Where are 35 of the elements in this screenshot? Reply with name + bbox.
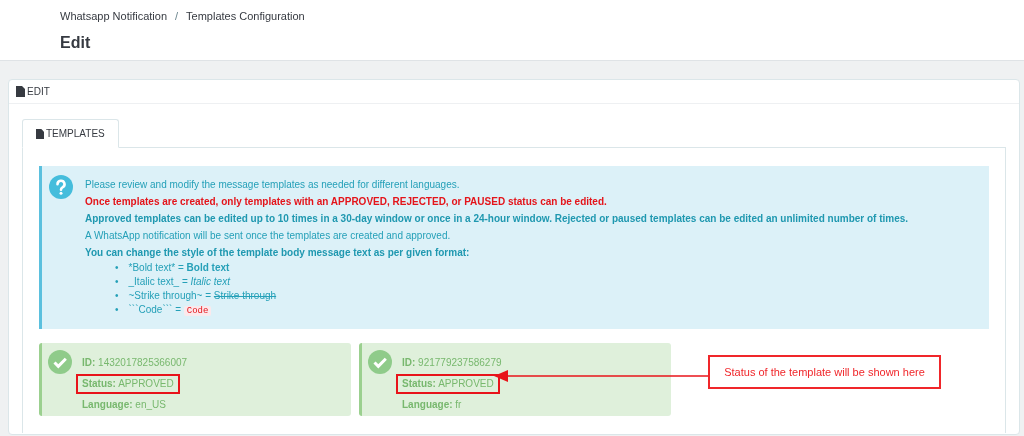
document-icon <box>36 128 44 139</box>
code-sample: Code <box>183 306 212 316</box>
bullet: • <box>115 289 119 303</box>
page-title: Edit <box>60 32 91 53</box>
format-example: *Bold text* = <box>128 262 185 273</box>
document-icon <box>16 86 25 97</box>
format-example: ~Strike through~ = <box>128 290 213 301</box>
info-text: Please review and modify the message templates as needed for different languages. <box>85 179 461 191</box>
format-result: Italic text <box>190 276 230 287</box>
breadcrumb-separator: / <box>175 9 179 24</box>
format-example: _Italic text_ = <box>128 276 189 287</box>
panel-title: EDIT <box>27 85 50 99</box>
format-result: Bold text <box>186 262 230 273</box>
breadcrumb-link[interactable]: Whatsapp Notification <box>60 8 167 25</box>
annotation-callout: Status of the template will be shown here <box>708 355 941 389</box>
info-text: A WhatsApp notification will be sent once the templates are created and approved. <box>85 230 452 242</box>
id-text: ID: 1432017825366007 <box>82 356 188 370</box>
id-text: ID: 921779237586279 <box>402 356 502 370</box>
format-example: ```Code``` = <box>128 304 183 315</box>
info-text: Approved templates can be edited up to 10 times in a 30-day window or once in a 24-hour window. Rejected or paused templates can be edited an unlimited number of times. <box>85 213 909 225</box>
language-text: Language: fr <box>402 398 462 412</box>
status-text: Status: APPROVED <box>396 374 500 394</box>
warning-text: Once templates are created, only templates with an APPROVED, REJECTED, or PAUSED status can be edited. <box>85 196 608 208</box>
check-icon <box>368 350 392 374</box>
bullet: • <box>115 303 119 317</box>
format-result: Strike through <box>213 290 277 301</box>
language-text: Language: en_US <box>82 398 166 412</box>
question-icon <box>49 175 73 199</box>
bullet: • <box>115 275 119 289</box>
status-text: Status: APPROVED <box>76 374 180 394</box>
check-icon <box>48 350 72 374</box>
tab[interactable]: TEMPLATES <box>22 119 119 148</box>
info-text: You can change the style of the template body message text as per given format: <box>85 247 471 259</box>
breadcrumb-link[interactable]: Templates Configuration <box>186 8 305 25</box>
bullet: • <box>115 261 119 275</box>
